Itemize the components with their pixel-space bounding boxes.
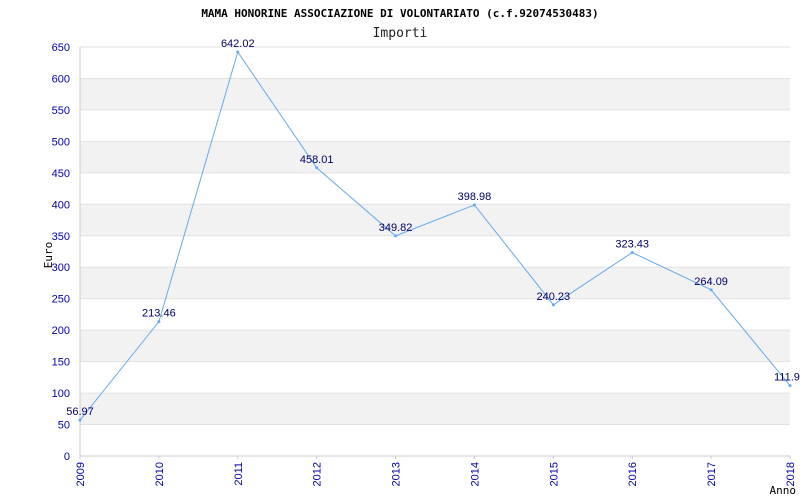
x-axis-ticks: 2009 2010 2011 2012 2013 2014 2015 2016 2017 2018: [75, 456, 797, 486]
y-tick-label: 50: [58, 420, 70, 432]
grid-band: [80, 141, 790, 173]
y-tick-label: 400: [52, 199, 70, 211]
chart-subtitle: Importi: [373, 26, 428, 41]
data-point: [551, 303, 555, 307]
x-tick-label: 2013: [391, 462, 403, 486]
y-tick-label: 250: [52, 294, 70, 306]
y-tick-label: 650: [52, 42, 70, 54]
x-axis-label: Anno: [770, 484, 797, 497]
chart-container: 0 50 100 150 200 250 300 350 400 450 500 550 600 650 …: [0, 0, 800, 500]
x-tick-label: 2012: [312, 462, 324, 486]
data-point: [157, 320, 161, 324]
data-label: 240.23: [537, 291, 571, 303]
x-tick-label: 2018: [785, 462, 797, 486]
data-point: [788, 384, 792, 388]
x-tick-label: 2014: [469, 462, 481, 486]
y-axis-label: Euro: [42, 242, 55, 269]
x-tick-label: 2010: [154, 462, 166, 486]
y-tick-label: 150: [52, 357, 70, 369]
data-point: [236, 50, 240, 54]
x-tick-label: 2009: [75, 462, 87, 486]
y-tick-label: 0: [64, 451, 70, 463]
data-label: 213.46: [142, 308, 176, 320]
chart-title: MAMA HONORINE ASSOCIAZIONE DI VOLONTARIA…: [201, 7, 598, 20]
data-point: [315, 166, 319, 170]
x-tick-label: 2015: [548, 462, 560, 486]
data-label: 111.90: [774, 372, 800, 384]
line-chart: 050100150200250300350400450500550600650 …: [42, 7, 800, 497]
data-label: 642.02: [221, 38, 255, 50]
grid-band: [80, 78, 790, 110]
x-tick-label: 2017: [706, 462, 718, 486]
y-tick-label: 550: [52, 105, 70, 117]
grid-band: [80, 330, 790, 362]
y-tick-label: 450: [52, 168, 70, 180]
data-label: 349.82: [379, 222, 413, 234]
y-tick-label: 600: [52, 73, 70, 85]
x-tick-label: 2016: [627, 462, 639, 486]
x-tick-label: 2011: [233, 462, 245, 486]
data-label: 323.43: [615, 238, 649, 250]
data-point: [78, 418, 82, 422]
y-tick-label: 500: [52, 136, 70, 148]
grid-bands: [80, 78, 790, 425]
data-point: [630, 250, 634, 254]
data-label: 398.98: [458, 191, 492, 203]
grid-band: [80, 267, 790, 299]
data-label: 56.97: [66, 406, 94, 418]
data-label: 458.01: [300, 154, 334, 166]
y-tick-label: 350: [52, 231, 70, 243]
data-point: [394, 234, 398, 238]
y-tick-label: 200: [52, 325, 70, 337]
data-point: [472, 203, 476, 207]
y-tick-label: 100: [52, 388, 70, 400]
data-label: 264.09: [694, 276, 728, 288]
data-point: [709, 288, 713, 292]
grid-band: [80, 393, 790, 425]
